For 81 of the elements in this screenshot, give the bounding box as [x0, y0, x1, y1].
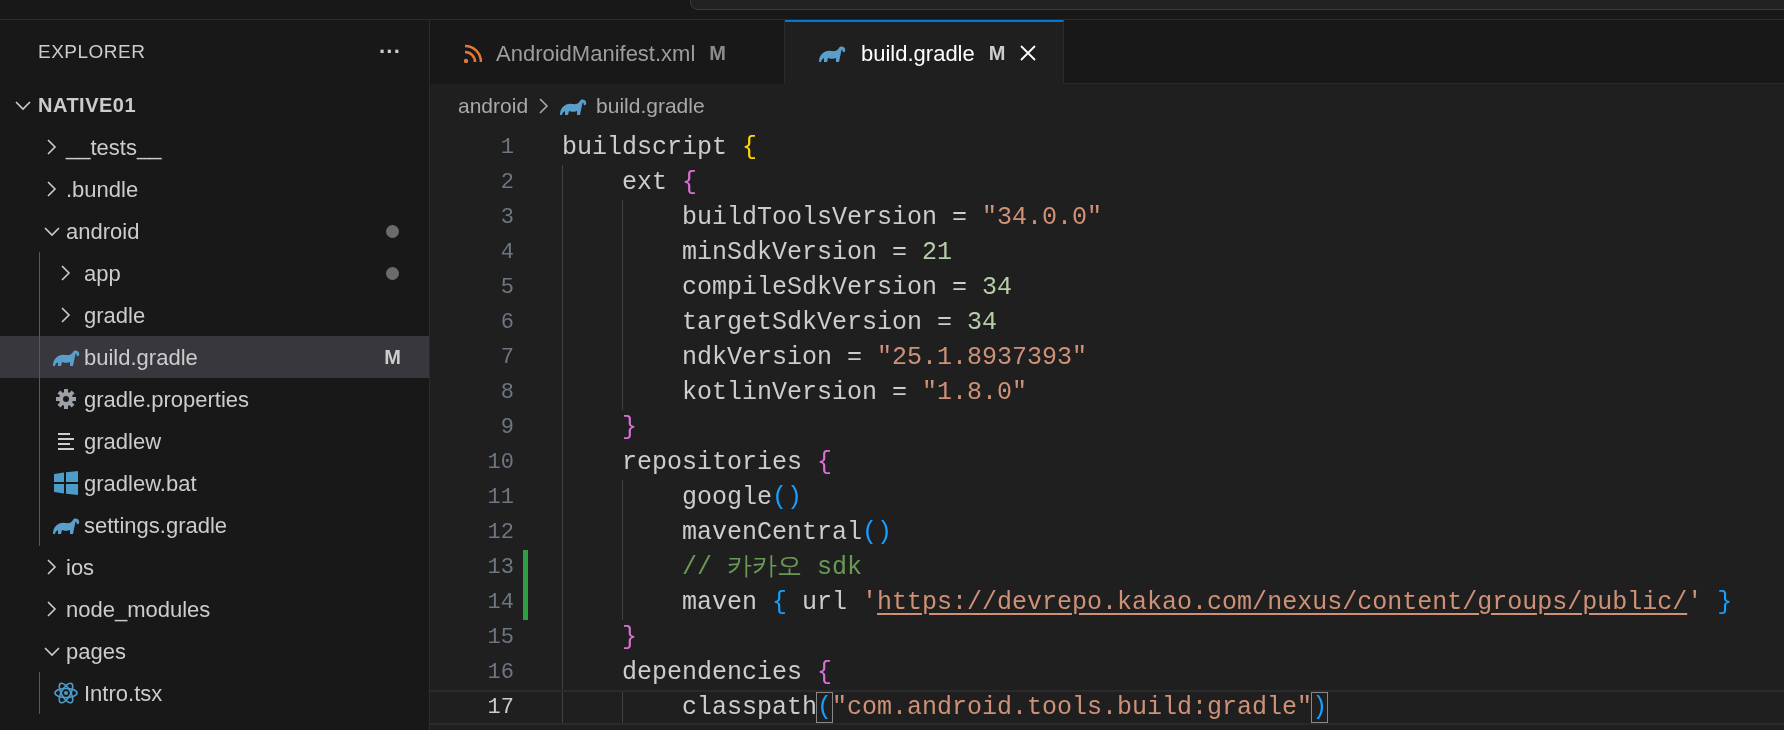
breadcrumb-file[interactable]: build.gradle: [596, 90, 705, 122]
tree-item[interactable]: ios: [0, 546, 429, 588]
tab-title: AndroidManifest.xml: [496, 39, 696, 68]
code-line: repositories {: [622, 446, 833, 479]
folder-name: .bundle: [66, 175, 140, 204]
code-line: mavenCentral(): [682, 516, 893, 549]
line-number: 5: [499, 274, 514, 302]
line-number: 2: [499, 169, 514, 197]
chevron-right-icon: [536, 97, 551, 115]
line-number: 14: [486, 589, 514, 617]
file-name: settings.gradle: [83, 511, 229, 540]
code-line: buildToolsVersion = "34.0.0": [682, 201, 1103, 234]
tree-item[interactable]: build.gradle M: [0, 336, 429, 378]
editor-tab[interactable]: AndroidManifest.xml M: [430, 20, 785, 84]
file-name: gradlew.bat: [83, 469, 198, 498]
line-number: 13: [486, 554, 514, 582]
modified-label: M: [988, 41, 1006, 66]
code-line: google(): [682, 481, 803, 514]
code-line: ext {: [622, 166, 698, 199]
folder-name: node_modules: [66, 595, 212, 624]
tree-item[interactable]: app: [0, 252, 429, 294]
folder-name: app: [83, 259, 122, 288]
code-line: }: [622, 411, 637, 444]
tree-item[interactable]: __tests__: [0, 126, 429, 168]
code-line: }: [622, 621, 637, 654]
tab-title: build.gradle: [861, 39, 975, 68]
line-number: 12: [486, 519, 514, 547]
editor-tab[interactable]: build.gradle M: [785, 20, 1065, 84]
folder-name: gradle: [83, 301, 147, 330]
windows-logo-icon: [54, 471, 78, 495]
modified-label: M: [384, 345, 401, 370]
tree-item[interactable]: .bundle: [0, 168, 429, 210]
file-name: gradlew: [83, 427, 163, 456]
tree-item[interactable]: gradle: [0, 294, 429, 336]
tree-item[interactable]: Intro.tsx: [0, 672, 429, 714]
sidebar-title: EXPLORER: [38, 39, 146, 64]
tree-item[interactable]: gradlew: [0, 420, 429, 462]
code-line: buildscript {: [562, 131, 758, 164]
folder-name: ios: [66, 553, 96, 582]
line-number: 11: [486, 484, 514, 512]
file-name: build.gradle: [83, 343, 199, 372]
file-name: Intro.tsx: [83, 679, 164, 708]
folder-name: __tests__: [66, 133, 163, 162]
modified-label: M: [709, 41, 726, 66]
code-comment: // 카카오 sdk: [682, 551, 863, 584]
tree-item[interactable]: node_modules: [0, 588, 429, 630]
code-line: kotlinVersion = "1.8.0": [682, 376, 1028, 409]
rss-icon: [462, 43, 482, 63]
code-line: maven { url 'https://devrepo.kakao.com/nexus/content/groups/public/' }: [682, 586, 1733, 619]
line-number: 3: [499, 204, 514, 232]
line-number: 15: [486, 624, 514, 652]
line-number: 17: [486, 694, 514, 722]
code-line: minSdkVersion = 21: [682, 236, 953, 269]
tree-item[interactable]: gradle.properties: [0, 378, 429, 420]
tree-item[interactable]: gradlew.bat: [0, 462, 429, 504]
code-line: ndkVersion = "25.1.8937393": [682, 341, 1088, 374]
line-number: 9: [499, 414, 514, 442]
text-lines-icon: [57, 431, 75, 451]
line-number: 4: [499, 239, 514, 267]
tree-item[interactable]: settings.gradle: [0, 504, 429, 546]
line-number: 1: [499, 134, 514, 162]
line-number: 6: [499, 309, 514, 337]
code-line: compileSdkVersion = 34: [682, 271, 1013, 304]
close-icon[interactable]: [1019, 44, 1038, 62]
line-number: 7: [499, 344, 514, 372]
line-number: 16: [486, 659, 514, 687]
file-name: gradle.properties: [83, 385, 251, 414]
tree-item[interactable]: pages: [0, 630, 429, 672]
line-number: 10: [486, 449, 514, 477]
tree-item[interactable]: NATIVE01: [0, 84, 429, 126]
code-line: dependencies {: [622, 656, 833, 689]
line-number: 8: [499, 379, 514, 407]
folder-name: pages: [66, 637, 127, 666]
code-line: targetSdkVersion = 34: [682, 306, 998, 339]
folder-name: android: [66, 217, 141, 246]
folder-name: NATIVE01: [38, 93, 138, 118]
code-line: classpath("com.android.tools.build:gradle"): [682, 691, 1328, 724]
breadcrumb-folder[interactable]: android: [458, 90, 529, 122]
tree-item[interactable]: android: [0, 210, 429, 252]
atom-icon: [54, 681, 78, 705]
more-actions-button[interactable]: ···: [379, 41, 401, 63]
